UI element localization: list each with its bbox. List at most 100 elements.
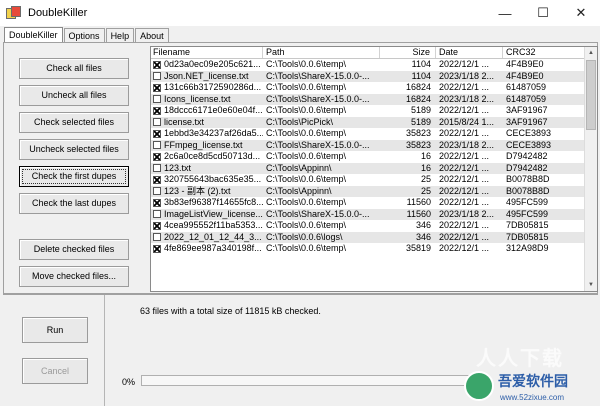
row-checkbox[interactable] <box>153 141 161 150</box>
cell-date: 2022/12/1 ... <box>439 185 490 196</box>
scroll-thumb[interactable] <box>586 60 596 130</box>
cell-date: 2022/12/1 ... <box>439 197 490 207</box>
cancel-button[interactable]: Cancel <box>22 358 88 384</box>
row-checkbox[interactable] <box>153 187 161 196</box>
run-button[interactable]: Run <box>22 317 88 343</box>
cell-date: 2022/12/1 ... <box>439 174 490 184</box>
table-row[interactable]: Icons_license.txt C:\Tools\ShareX-15.0.0-… <box>151 93 585 106</box>
check-all-button[interactable]: Check all files <box>19 58 129 79</box>
cell-path: C:\Tools\0.0.6\temp\ <box>266 174 347 184</box>
cell-size: 25 <box>420 185 431 196</box>
row-checkbox[interactable] <box>153 233 161 242</box>
cell-size: 11560 <box>406 197 431 207</box>
duplicates-list[interactable]: Filename Path Size Date CRC32 0d23a0ec09… <box>150 46 598 292</box>
cell-filename: 123.txt <box>151 163 263 175</box>
row-checkbox[interactable] <box>153 118 161 127</box>
cell-date: 2023/1/18 2... <box>439 208 495 219</box>
row-checkbox[interactable] <box>153 244 161 253</box>
cell-filename: Json.NET_license.txt <box>151 71 263 83</box>
cell-size: 16824 <box>405 82 431 92</box>
row-checkbox[interactable] <box>153 198 161 207</box>
table-row[interactable]: 3b83ef96387f14655fc8... C:\Tools\0.0.6\te… <box>151 197 585 209</box>
row-checkbox[interactable] <box>153 129 161 138</box>
column-date[interactable]: Date <box>436 47 503 58</box>
check-selected-button[interactable]: Check selected files <box>19 112 129 133</box>
filename-text: 4cea995552f11ba5353... <box>164 220 263 230</box>
filename-text: license.txt <box>164 116 205 127</box>
status-text: 63 files with a total size of 11815 kB c… <box>140 306 321 316</box>
row-checkbox[interactable] <box>153 164 161 173</box>
tab-help[interactable]: Help <box>105 28 135 43</box>
row-checkbox[interactable] <box>153 221 161 230</box>
uncheck-selected-button[interactable]: Uncheck selected files <box>19 139 129 160</box>
cell-crc32: 495FC599 <box>506 197 549 207</box>
cell-filename: FFmpeg_license.txt <box>151 140 263 152</box>
cell-date: 2022/12/1 ... <box>439 162 490 173</box>
check-last-dupes-button[interactable]: Check the last dupes <box>19 193 129 214</box>
table-row[interactable]: 18dccc6171e0e60e04f... C:\Tools\0.0.6\tem… <box>151 105 585 117</box>
uncheck-all-button[interactable]: Uncheck all files <box>19 85 129 106</box>
table-row[interactable]: Json.NET_license.txt C:\Tools\ShareX-15.0… <box>151 70 585 83</box>
cell-size: 35823 <box>405 128 431 138</box>
filename-text: Icons_license.txt <box>164 93 231 104</box>
tab-about[interactable]: About <box>135 28 169 43</box>
cell-crc32: CECE3893 <box>506 128 552 138</box>
cell-filename: Icons_license.txt <box>151 94 263 106</box>
cell-filename: 4fe869ee987a340198f... <box>151 243 263 255</box>
table-row[interactable]: license.txt C:\Tools\PicPick\ 5189 2015/8/2… <box>151 116 585 128</box>
move-checked-button[interactable]: Move checked files... <box>19 266 129 287</box>
cell-path: C:\Tools\0.0.6\temp\ <box>266 105 347 115</box>
cell-size: 346 <box>415 231 431 242</box>
table-row[interactable]: 4cea995552f11ba5353... C:\Tools\0.0.6\tem… <box>151 220 585 232</box>
row-checkbox[interactable] <box>153 95 161 104</box>
cell-size: 35819 <box>405 243 431 253</box>
table-row[interactable]: 131c66b3172590286d... C:\Tools\0.0.6\temp… <box>151 82 585 94</box>
column-crc32[interactable]: CRC32 <box>503 47 585 58</box>
cell-crc32: CECE3893 <box>506 139 552 150</box>
check-first-dupes-button[interactable]: Check the first dupes <box>19 166 129 187</box>
cell-crc32: 61487059 <box>506 82 547 92</box>
scroll-down-icon[interactable]: ▼ <box>585 279 597 291</box>
row-checkbox[interactable] <box>153 60 161 69</box>
scroll-up-icon[interactable]: ▲ <box>585 47 597 59</box>
table-row[interactable]: 320755643bac635e35... C:\Tools\0.0.6\temp… <box>151 174 585 186</box>
cell-crc32: D7942482 <box>506 151 548 161</box>
filename-text: 18dccc6171e0e60e04f... <box>164 105 263 115</box>
vertical-scrollbar[interactable]: ▲ ▼ <box>584 47 597 291</box>
row-checkbox[interactable] <box>153 175 161 184</box>
column-filename[interactable]: Filename <box>151 47 263 58</box>
row-checkbox[interactable] <box>153 106 161 115</box>
cell-crc32: B0078B8D <box>506 174 550 184</box>
cell-filename: ImageListView_license... <box>151 209 263 221</box>
row-checkbox[interactable] <box>153 210 161 219</box>
column-size[interactable]: Size <box>380 47 436 58</box>
row-checkbox[interactable] <box>153 72 161 81</box>
minimize-button[interactable]: — <box>486 0 524 26</box>
table-row[interactable]: FFmpeg_license.txt C:\Tools\ShareX-15.0.0… <box>151 139 585 152</box>
delete-checked-button[interactable]: Delete checked files <box>19 239 129 260</box>
table-row[interactable]: 2022_12_01_12_44_3... C:\Tools\0.0.6\logs… <box>151 231 585 243</box>
cell-path: C:\Tools\0.0.6\temp\ <box>266 59 347 69</box>
column-path[interactable]: Path <box>263 47 380 58</box>
table-row[interactable]: 0d23a0ec09e205c621... C:\Tools\0.0.6\temp… <box>151 59 585 71</box>
cell-filename: 131c66b3172590286d... <box>151 82 263 94</box>
row-checkbox[interactable] <box>153 152 161 161</box>
table-row[interactable]: ImageListView_license... C:\Tools\ShareX-… <box>151 208 585 221</box>
maximize-button[interactable]: ☐ <box>524 0 562 26</box>
table-row[interactable]: 123 - 副本 (2).txt C:\Tools\Appinn\ 25 2022/1… <box>151 185 585 197</box>
cell-date: 2022/12/1 ... <box>439 220 490 230</box>
tab-doublekiller[interactable]: DoubleKiller <box>4 27 63 43</box>
tab-options[interactable]: Options <box>63 28 105 43</box>
cell-filename: 4cea995552f11ba5353... <box>151 220 263 232</box>
column-size-label: Size <box>412 47 430 57</box>
close-button[interactable]: ✕ <box>562 0 600 26</box>
table-row[interactable]: 123.txt C:\Tools\Appinn\ 16 2022/12/1 ... D7… <box>151 162 585 175</box>
table-row[interactable]: 2c6a0ce8d5cd50713d... C:\Tools\0.0.6\temp… <box>151 151 585 163</box>
row-checkbox[interactable] <box>153 83 161 92</box>
table-row[interactable]: 1ebbd3e34237af26da5... C:\Tools\0.0.6\tem… <box>151 128 585 140</box>
table-row[interactable]: 4fe869ee987a340198f... C:\Tools\0.0.6\tem… <box>151 243 585 255</box>
filename-text: 0d23a0ec09e205c621... <box>164 59 261 69</box>
filename-text: 123 - 副本 (2).txt <box>164 185 231 196</box>
cell-size: 1104 <box>411 59 431 69</box>
cell-filename: 3b83ef96387f14655fc8... <box>151 197 263 209</box>
